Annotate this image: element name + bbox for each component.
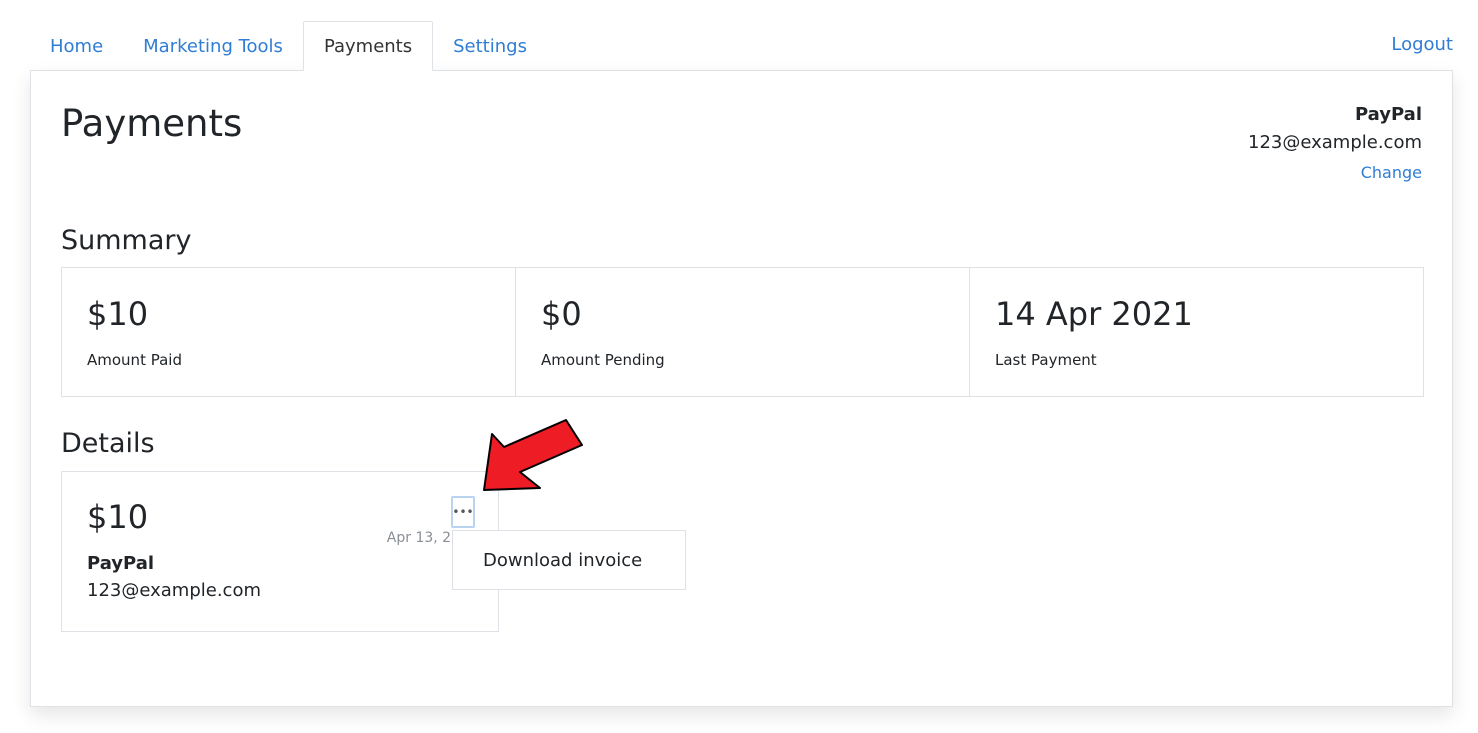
stat-value: $0 [541,295,582,333]
payment-card: $10 Apr 13, 20 PayPal 123@example.com ••… [61,471,499,632]
stat-value: 14 Apr 2021 [995,295,1193,333]
page-title: Payments [61,102,243,145]
stat-last-payment: 14 Apr 2021 Last Payment [970,268,1423,396]
details-heading: Details [61,428,155,459]
tab-marketing-tools[interactable]: Marketing Tools [123,21,303,71]
stat-amount-pending: $0 Amount Pending [516,268,970,396]
stat-label: Amount Paid [87,351,182,369]
payment-date: Apr 13, 20 [386,530,460,546]
stat-value: $10 [87,295,149,333]
change-payout-link[interactable]: Change [1248,163,1422,182]
stat-amount-paid: $10 Amount Paid [62,268,516,396]
download-invoice-menu-item[interactable]: Download invoice [452,530,686,590]
tab-payments[interactable]: Payments [302,21,434,71]
payment-method: PayPal [87,553,155,574]
more-options-button[interactable]: ••• [451,496,475,528]
tab-settings[interactable]: Settings [433,21,547,71]
ellipsis-icon: ••• [452,505,474,519]
payment-amount: $10 [87,498,149,536]
stat-label: Amount Pending [541,351,665,369]
summary-stats: $10 Amount Paid $0 Amount Pending 14 Apr… [61,267,1424,397]
payout-account: PayPal 123@example.com Change [1248,104,1422,182]
tab-home[interactable]: Home [30,21,123,71]
tab-bar: Home Marketing Tools Payments Settings [30,21,547,71]
stat-label: Last Payment [995,351,1097,369]
payout-email: 123@example.com [1248,132,1422,153]
payout-method: PayPal [1354,104,1422,125]
payments-panel: Payments PayPal 123@example.com Change S… [30,70,1453,707]
payment-email: 123@example.com [87,580,261,601]
annotation-arrow-icon [483,419,583,491]
logout-link[interactable]: Logout [1391,34,1453,55]
summary-heading: Summary [61,225,192,256]
